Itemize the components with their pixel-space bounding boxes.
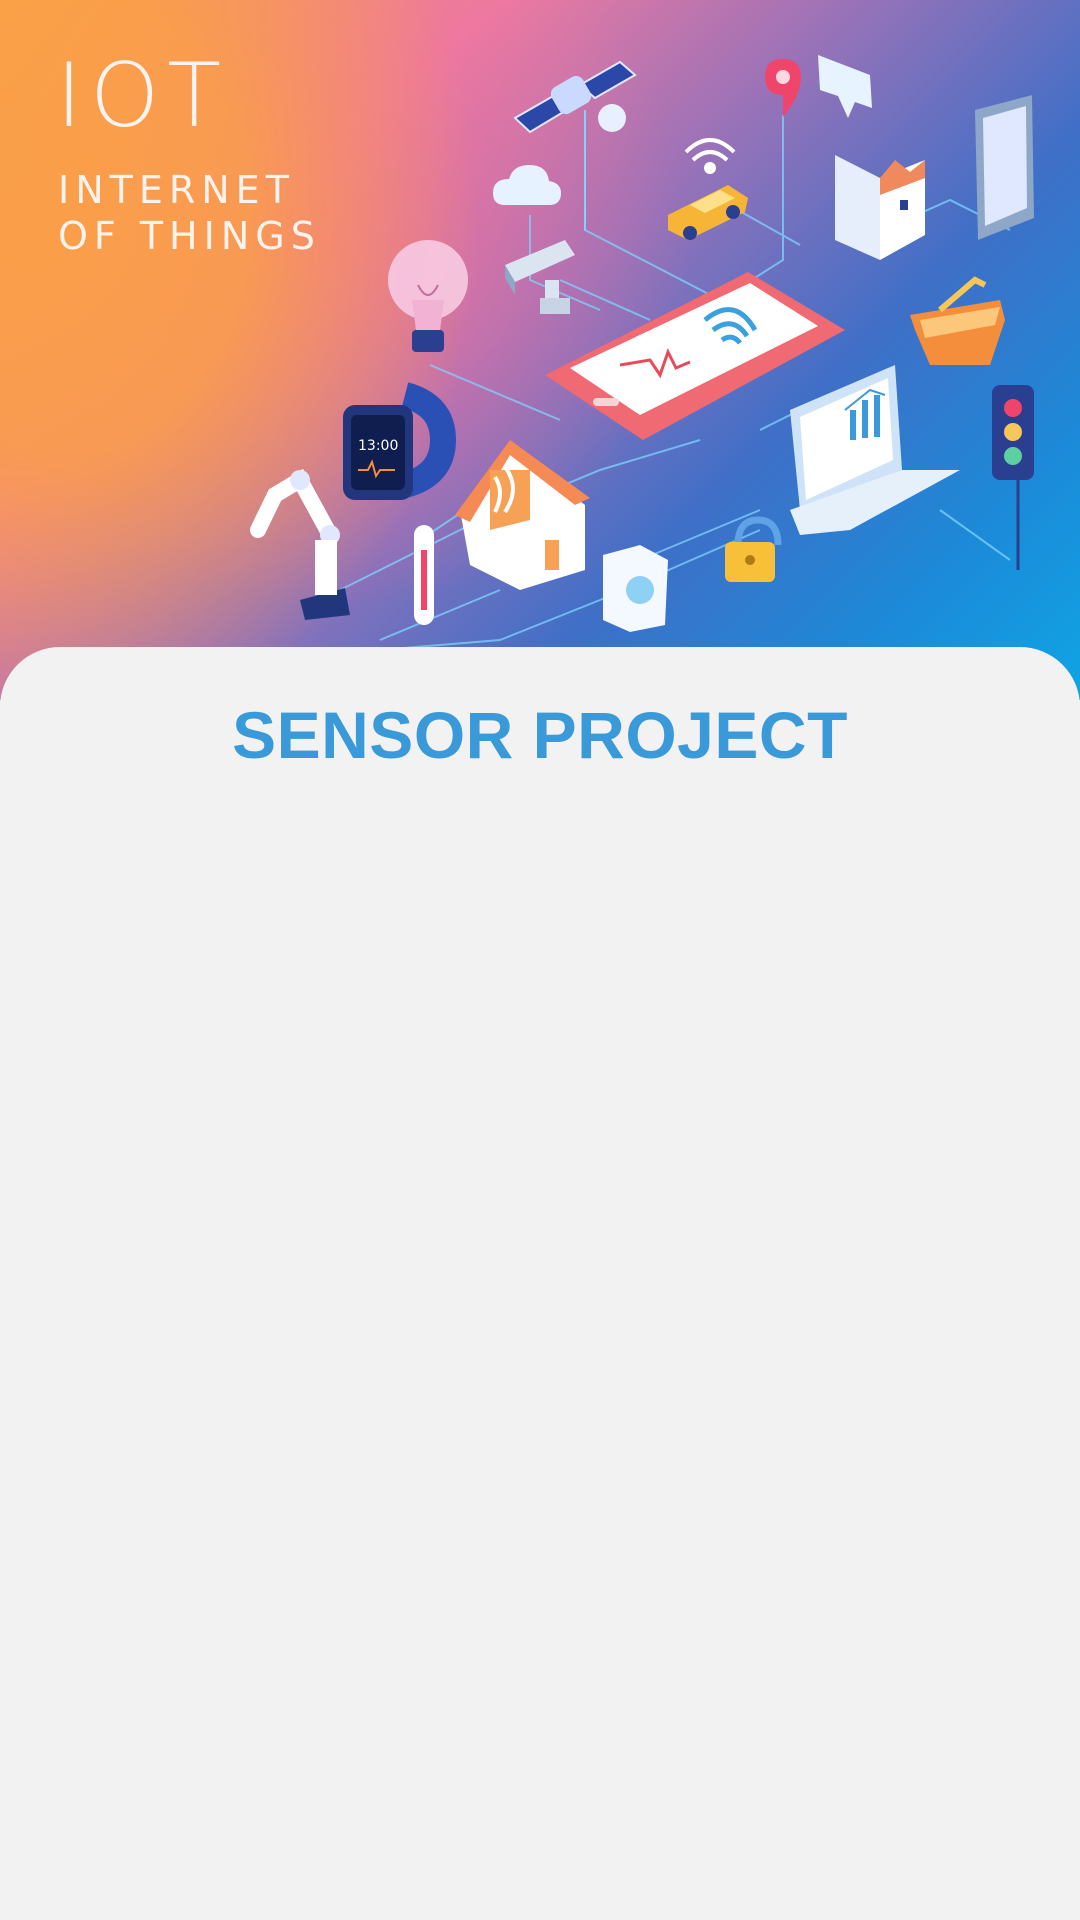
padlock-icon: [725, 516, 782, 582]
chat-bubble-icon: [818, 55, 872, 118]
page-title: SENSOR PROJECT: [232, 698, 848, 772]
shopping-basket-icon: [910, 276, 1005, 365]
iot-subtitle-line-1: INTERNET: [58, 168, 295, 212]
traffic-light-icon: [992, 385, 1034, 570]
security-camera-icon: [505, 240, 575, 314]
lightbulb-icon: [388, 240, 468, 352]
car-icon: [668, 185, 748, 240]
hero-banner: 13:00 IOT INTERNET OF THINGS: [0, 0, 1080, 700]
thermometer-icon: [414, 525, 434, 625]
washing-machine-icon: [603, 545, 668, 632]
main-content-panel: SENSOR PROJECT: [0, 647, 1080, 1920]
iot-subtitle-line-2: OF THINGS: [58, 213, 321, 258]
robot-arm-icon: [250, 468, 350, 620]
wifi-icon: [684, 138, 736, 174]
iot-logo-subtitle: INTERNET OF THINGS: [58, 168, 321, 259]
smartwatch-icon: 13:00: [343, 382, 457, 500]
factory-icon: [835, 155, 925, 260]
iot-logo-title: IOT: [56, 44, 229, 147]
cloud-icon: [493, 165, 561, 205]
qr-phone-icon: [975, 95, 1034, 240]
svg-text:13:00: 13:00: [358, 438, 398, 454]
laptop-icon: [790, 365, 960, 535]
location-pin-icon: [765, 59, 801, 117]
house-icon: [455, 440, 590, 590]
